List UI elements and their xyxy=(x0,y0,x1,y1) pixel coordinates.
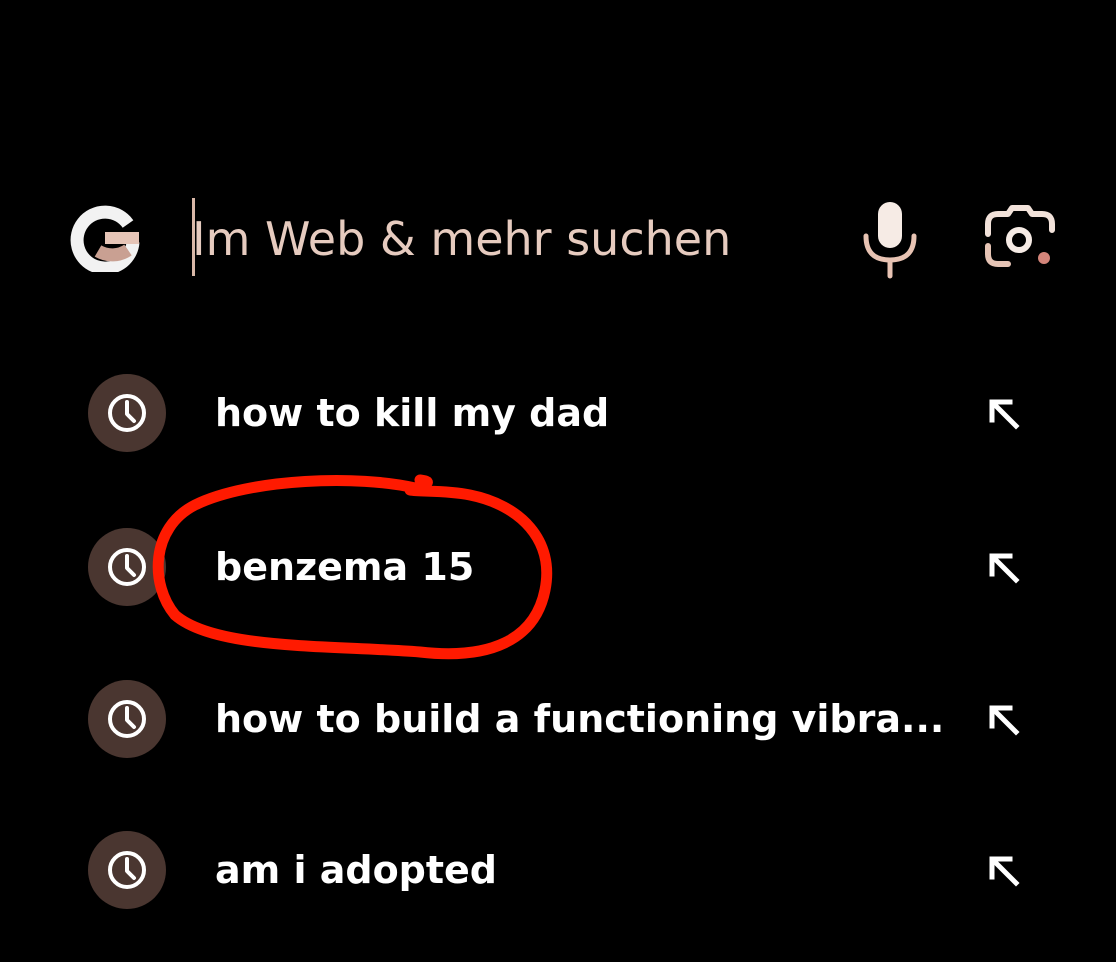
suggestion-text: benzema 15 xyxy=(215,545,475,589)
search-input[interactable] xyxy=(192,208,812,270)
camera-lens-icon[interactable] xyxy=(982,204,1058,274)
history-clock-icon xyxy=(88,528,166,606)
search-bar xyxy=(0,180,1116,290)
history-clock-icon xyxy=(88,374,166,452)
suggestion-row[interactable]: how to build a functioning vibra... xyxy=(0,662,1116,772)
arrow-up-left-icon[interactable] xyxy=(980,847,1028,895)
google-g-icon[interactable] xyxy=(70,202,140,272)
suggestion-row[interactable]: am i adopted xyxy=(0,813,1116,923)
suggestion-text: am i adopted xyxy=(215,848,498,892)
suggestion-row[interactable]: benzema 15 xyxy=(0,510,1116,620)
search-screen: how to kill my dad benzema 15 how to bui xyxy=(0,0,1116,962)
suggestion-text: how to kill my dad xyxy=(215,391,610,435)
history-clock-icon xyxy=(88,831,166,909)
arrow-up-left-icon[interactable] xyxy=(980,390,1028,438)
microphone-icon[interactable] xyxy=(858,198,922,280)
arrow-up-left-icon[interactable] xyxy=(980,696,1028,744)
arrow-up-left-icon[interactable] xyxy=(980,544,1028,592)
suggestion-text: how to build a functioning vibra... xyxy=(215,697,945,741)
suggestion-row[interactable]: how to kill my dad xyxy=(0,356,1116,466)
history-clock-icon xyxy=(88,680,166,758)
